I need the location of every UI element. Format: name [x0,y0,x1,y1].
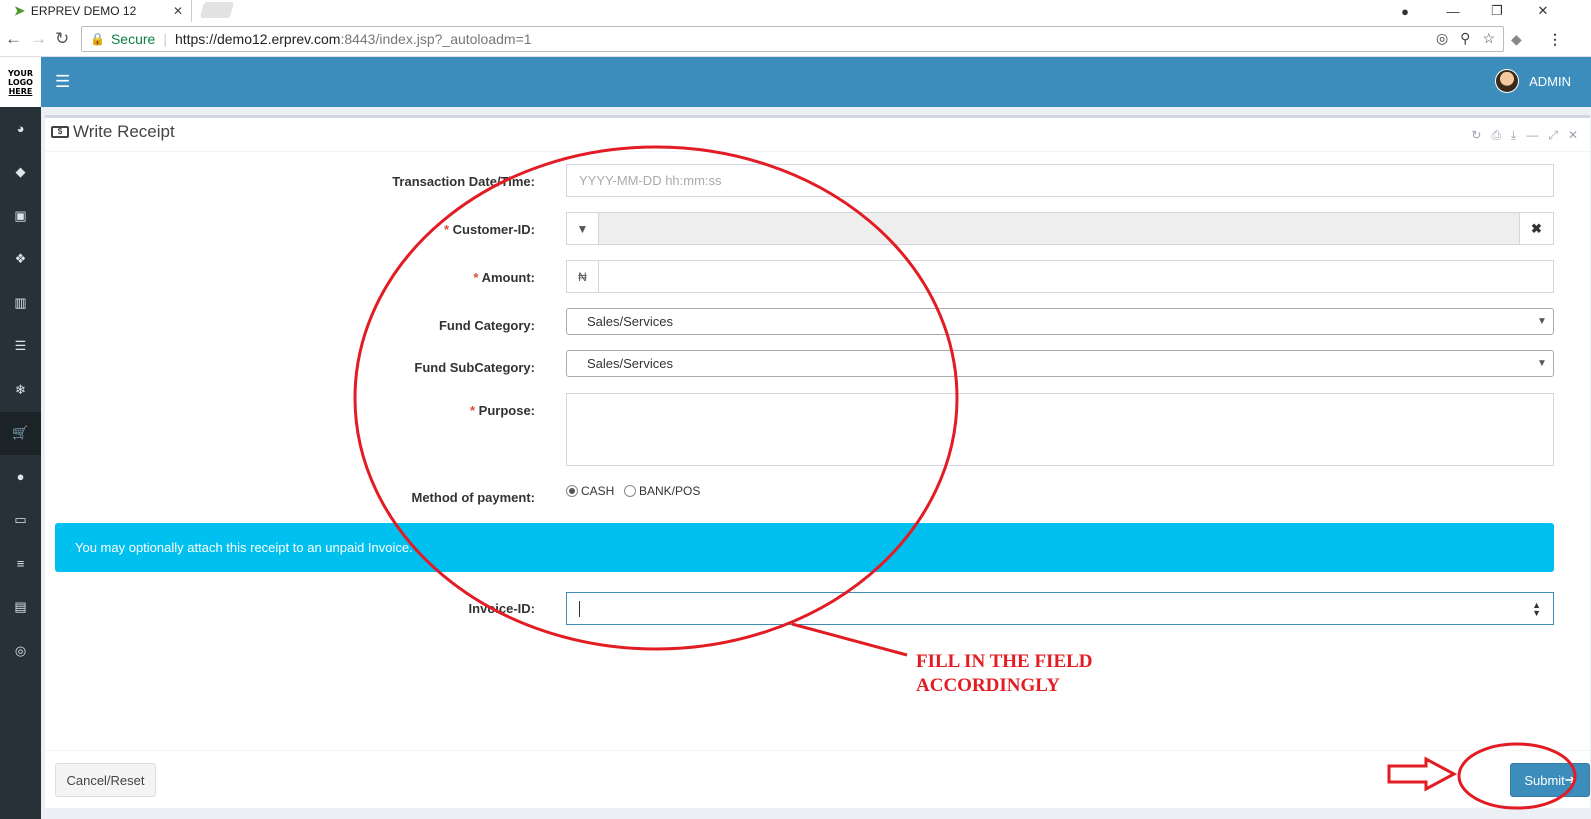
forward-icon[interactable]: → [30,29,47,49]
invoice-id-input[interactable]: ▲ ▼ [566,592,1554,625]
key-icon[interactable]: ⚲ [1460,30,1470,47]
star-icon[interactable]: ☆ [1482,30,1495,47]
box-tools: ↻ ⎙ ⤓ — ⤢ ✕ [1471,128,1578,143]
chevron-down-icon: ▼ [1537,358,1547,369]
fund-category-select[interactable]: Sales/Services ▼ [566,308,1554,335]
invoice-id-label: Invoice-ID: [468,601,535,616]
expand-icon[interactable]: ⤢ [1548,128,1558,143]
annotation-text: FILL IN THE FIELD ACCORDINGLY [916,651,1093,696]
dashboard-icon[interactable]: ◕ [0,107,41,151]
browser-tab-bar: ➤ ERPREV DEMO 12 ✕ ● — ❐ ✕ [0,0,1591,22]
receipt-box: $ Write Receipt ↻ ⎙ ⤓ — ⤢ ✕ Transaction … [45,115,1590,808]
snowflake-icon[interactable]: ❄ [0,368,41,412]
url-input[interactable]: 🔒 Secure | https://demo12.erprev.com :84… [81,26,1504,52]
purpose-label: * Purpose: [469,403,535,418]
user-menu[interactable]: ADMIN [1495,69,1571,93]
reload-icon[interactable]: ↻ [55,29,69,49]
info-callout: You may optionally attach this receipt t… [55,523,1554,572]
minimize-icon[interactable]: — [1431,0,1475,22]
extension-icon[interactable]: ◆ [1511,31,1522,48]
chevron-down-icon: ▼ [1537,316,1547,327]
cancel-button[interactable]: Cancel/Reset [55,763,156,797]
separator: | [163,31,167,47]
fund-subcategory-value: Sales/Services [587,356,673,371]
box-header: $ Write Receipt ↻ ⎙ ⤓ — ⤢ ✕ [45,118,1590,152]
logo[interactable]: YOUR LOGO HERE [0,57,41,107]
book-icon[interactable]: ▤ [0,586,41,630]
chevron-down-icon[interactable]: ▼ [567,213,599,244]
fund-category-value: Sales/Services [587,314,673,329]
fund-subcategory-label: Fund SubCategory: [414,360,535,375]
close-icon[interactable]: ✕ [1568,128,1578,143]
window-close-icon[interactable]: ✕ [1521,0,1565,22]
amount-input[interactable]: ₦ [566,260,1554,293]
page-title: $ Write Receipt [51,122,175,142]
support-icon[interactable]: ◎ [0,629,41,673]
amount-label: * Amount: [473,270,535,285]
menu-dots-icon[interactable]: ⋮ [1548,31,1562,48]
text-cursor [579,600,580,617]
print-icon[interactable]: ⎙ [1491,128,1501,143]
favicon-icon: ➤ [14,3,25,18]
stack-icon[interactable]: ≡ [0,542,41,586]
box-footer: Cancel/Reset Submit ➔ [45,750,1590,808]
omnibox-icons: ◎ ⚲ ☆ [1436,30,1495,47]
browser-tab[interactable]: ➤ ERPREV DEMO 12 ✕ [0,0,192,22]
profile-icon[interactable]: ● [1383,0,1427,22]
money-icon[interactable]: ▣ [0,194,41,238]
menu-toggle-icon[interactable]: ☰ [55,72,70,92]
payment-method-label: Method of payment: [411,490,536,505]
purpose-textarea[interactable] [566,393,1554,466]
address-bar: ← → ↻ 🔒 Secure | https://demo12.erprev.c… [0,22,1591,57]
logo-line: HERE [8,86,33,96]
logo-line: YOUR [8,68,33,78]
url-host: https://demo12.erprev.com [174,31,341,47]
restore-icon[interactable]: ❐ [1475,0,1519,22]
page-title-text: Write Receipt [73,122,175,141]
cart-icon[interactable]: 🛒 [0,411,41,455]
tab-title: ERPREV DEMO 12 [30,4,137,18]
app-header: ☰ ADMIN [41,57,1591,107]
customer-id-label: * Customer-ID: [443,222,535,237]
user-name: ADMIN [1529,73,1571,89]
collapse-icon[interactable]: — [1526,128,1538,143]
transaction-date-input[interactable]: YYYY-MM-DD hh:mm:ss [566,164,1554,197]
payment-bank-radio[interactable]: BANK/POS [623,484,700,498]
secure-label: Secure [110,31,156,47]
fund-category-label: Fund Category: [438,318,535,333]
download-icon[interactable]: ⤓ [1511,128,1516,143]
submit-button[interactable]: Submit ➔ [1510,763,1590,797]
url-path: :8443/index.jsp?_autoloadm=1 [340,31,532,47]
payment-method-group: CASH BANK/POS [566,484,706,500]
spinner-icon[interactable]: ▲ ▼ [1532,601,1541,618]
desktop-icon[interactable]: ▭ [0,499,41,543]
close-tab-icon[interactable]: ✕ [173,4,183,18]
customer-id-select[interactable]: ▼ ✖ [566,212,1554,245]
tag-icon[interactable]: ◆ [0,151,41,195]
content-area: $ Write Receipt ↻ ⎙ ⤓ — ⤢ ✕ Transaction … [41,107,1591,819]
payment-cash-radio[interactable]: CASH [566,484,614,498]
back-icon[interactable]: ← [5,29,22,49]
fund-subcategory-select[interactable]: Sales/Services ▼ [566,350,1554,377]
avatar [1495,69,1520,93]
cubes-icon[interactable]: ❖ [0,238,41,282]
clear-icon[interactable]: ✖ [1519,213,1553,244]
circle-icon[interactable]: ● [0,455,41,499]
arrow-circle-right-icon: ➔ [1564,772,1576,787]
new-tab-button[interactable] [199,2,235,18]
building-icon[interactable]: ▥ [0,281,41,325]
logo-line: LOGO [8,77,33,87]
refresh-icon[interactable]: ↻ [1471,128,1481,143]
lock-icon: 🔒 [90,32,105,46]
transaction-date-label: Transaction Date/Time: [392,174,535,189]
app-sidebar: YOUR LOGO HERE ◕ ◆ ▣ ❖ ▥ ☰ ❄ 🛒 ● ▭ ≡ ▤ ◎ [0,57,41,819]
naira-icon: ₦ [567,261,599,292]
money-icon: $ [51,126,69,138]
database-icon[interactable]: ☰ [0,325,41,369]
location-icon[interactable]: ◎ [1436,30,1448,47]
